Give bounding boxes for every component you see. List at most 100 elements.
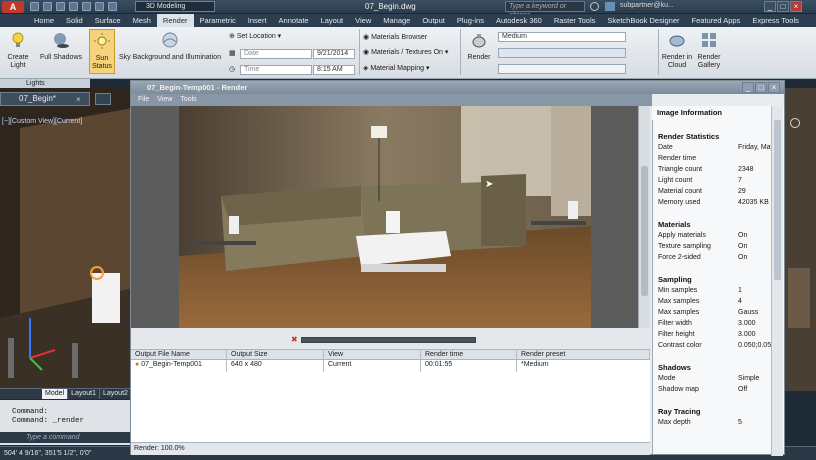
ribbon-tab-render[interactable]: Render (156, 14, 194, 27)
left-viewport[interactable] (0, 88, 133, 391)
open-icon[interactable] (43, 2, 52, 11)
application-menu-button[interactable]: A (2, 1, 24, 13)
search-icon[interactable] (590, 2, 599, 11)
ribbon-tab-solid[interactable]: Solid (60, 14, 89, 27)
textures-icon: ◉ (363, 49, 372, 56)
sky-background-button[interactable]: Sky Background and Illumination (118, 31, 222, 62)
user-name[interactable]: subpartner@ku... (620, 2, 674, 9)
ribbon-tab-manage[interactable]: Manage (377, 14, 416, 27)
render-gallery-button[interactable]: Render Gallery (695, 31, 723, 70)
ribbon-tab-mesh[interactable]: Mesh (127, 14, 157, 27)
workspace-selector[interactable]: 3D Modeling (135, 1, 215, 12)
set-location-button[interactable]: ⊕ Set Location ▾ (229, 32, 281, 41)
right-viewport[interactable] (784, 88, 816, 391)
undo-icon[interactable] (95, 2, 104, 11)
render-status: Render: 100.0% (131, 442, 650, 455)
plot-icon[interactable] (82, 2, 91, 11)
sky-icon (162, 32, 178, 48)
info-scroll-thumb[interactable] (774, 120, 781, 280)
ribbon-tab-featured-apps[interactable]: Featured Apps (686, 14, 747, 27)
history-file[interactable]: ● 07_Begin-Temp001 (131, 360, 227, 372)
ribbon-tab-sketchbook-designer[interactable]: SketchBook Designer (601, 14, 685, 27)
viewcube-icon[interactable] (790, 118, 800, 128)
render-environment-field[interactable] (498, 64, 626, 74)
sky-background-label: Sky Background and Illumination (119, 54, 221, 61)
material-mapping-button[interactable]: ◈ Material Mapping ▾ (363, 64, 430, 73)
render-output-field[interactable] (498, 48, 626, 58)
ribbon-tab-express-tools[interactable]: Express Tools (746, 14, 805, 27)
ribbon-tab-output[interactable]: Output (416, 14, 451, 27)
ribbon-tab-view[interactable]: View (349, 14, 377, 27)
materials-browser-label: Materials Browser (371, 34, 428, 41)
save-as-icon[interactable] (69, 2, 78, 11)
history-column-render-time[interactable]: Render time (421, 350, 517, 359)
history-row[interactable]: ● 07_Begin-Temp001 640 x 480 Current 00:… (131, 360, 650, 372)
ribbon-tab-parametric[interactable]: Parametric (194, 14, 242, 27)
image-scrollbar[interactable] (638, 106, 650, 328)
create-light-button[interactable]: Create Light (4, 31, 32, 70)
info-key: Max depth (658, 419, 691, 426)
date-slider[interactable]: Date (240, 49, 312, 59)
info-value: On (738, 254, 748, 261)
render-menu-bar: File View Tools (131, 94, 652, 106)
command-input[interactable]: Type a command (0, 432, 133, 443)
time-slider[interactable]: Time (240, 65, 312, 75)
render-window-title[interactable]: 07_Begin-Temp001 - Render (131, 81, 784, 94)
scroll-thumb[interactable] (641, 166, 648, 296)
info-key: Date (658, 144, 673, 151)
save-icon[interactable] (56, 2, 65, 11)
material-mapping-label: Material Mapping (370, 65, 425, 72)
sun-status-button[interactable]: Sun Status (89, 29, 115, 74)
materials-browser-button[interactable]: ◉ Materials Browser (363, 33, 427, 42)
ribbon-tab-home[interactable]: Home (28, 14, 60, 27)
info-section-title: Render Statistics (658, 132, 720, 141)
render-maximize-icon[interactable]: □ (755, 82, 767, 93)
model-tab-layout2[interactable]: Layout2 (100, 389, 132, 399)
render-preset-select[interactable]: Medium (498, 32, 626, 42)
info-value: 3.000 (738, 331, 756, 338)
viewport-label[interactable]: [−][Custom View][Current] (2, 118, 82, 125)
history-column-view[interactable]: View (324, 350, 421, 359)
lights-panel-label[interactable]: Lights (0, 79, 90, 88)
location-icon: ⊕ (229, 33, 237, 40)
info-value: Gauss (738, 309, 759, 316)
render-menu-tools[interactable]: Tools (176, 94, 200, 106)
render-minimize-icon[interactable]: _ (742, 82, 754, 93)
render-close-icon[interactable]: × (768, 82, 780, 93)
redo-icon[interactable] (108, 2, 117, 11)
time-field[interactable]: 8:15 AM (313, 65, 355, 75)
ribbon-tab-insert[interactable]: Insert (242, 14, 273, 27)
ribbon-tab-layout[interactable]: Layout (315, 14, 350, 27)
ribbon-tab-annotate[interactable]: Annotate (273, 14, 315, 27)
minimize-icon[interactable]: _ (764, 1, 776, 12)
render-in-cloud-button[interactable]: Render in Cloud (661, 31, 693, 70)
history-column-output-size[interactable]: Output Size (227, 350, 324, 359)
ribbon-tab-autodesk-360[interactable]: Autodesk 360 (490, 14, 548, 27)
history-size: 640 x 480 (227, 360, 324, 372)
render-menu-view[interactable]: View (153, 94, 176, 106)
close-icon[interactable]: × (790, 1, 802, 12)
maximize-icon[interactable]: □ (777, 1, 789, 12)
ribbon-tab-raster-tools[interactable]: Raster Tools (548, 14, 602, 27)
render-button[interactable]: Render (464, 31, 494, 62)
model-tab-layout1[interactable]: Layout1 (68, 389, 100, 399)
ribbon-tab-surface[interactable]: Surface (89, 14, 127, 27)
history-column-render-preset[interactable]: Render preset (517, 350, 650, 359)
model-tab-model[interactable]: Model (42, 389, 69, 399)
new-tab-icon[interactable] (95, 93, 111, 105)
ribbon-tab-plug-ins[interactable]: Plug-ins (451, 14, 490, 27)
new-icon[interactable] (30, 2, 39, 11)
close-tab-icon[interactable]: × (76, 95, 81, 104)
info-key: Render time (658, 155, 697, 162)
search-input[interactable]: Type a keyword or phrase (505, 1, 585, 19)
info-key: Material count (658, 188, 702, 195)
history-column-output-file-name[interactable]: Output File Name (131, 350, 227, 359)
materials-textures-button[interactable]: ◉ Materials / Textures On ▾ (363, 48, 448, 57)
info-scrollbar[interactable] (771, 106, 783, 456)
info-key: Texture sampling (658, 243, 711, 250)
full-shadows-button[interactable]: Full Shadows (38, 31, 84, 62)
date-field[interactable]: 9/21/2014 (313, 49, 355, 59)
cancel-render-icon[interactable]: ✖ (291, 335, 298, 344)
info-key: Memory used (658, 199, 701, 206)
render-menu-file[interactable]: File (134, 94, 153, 106)
